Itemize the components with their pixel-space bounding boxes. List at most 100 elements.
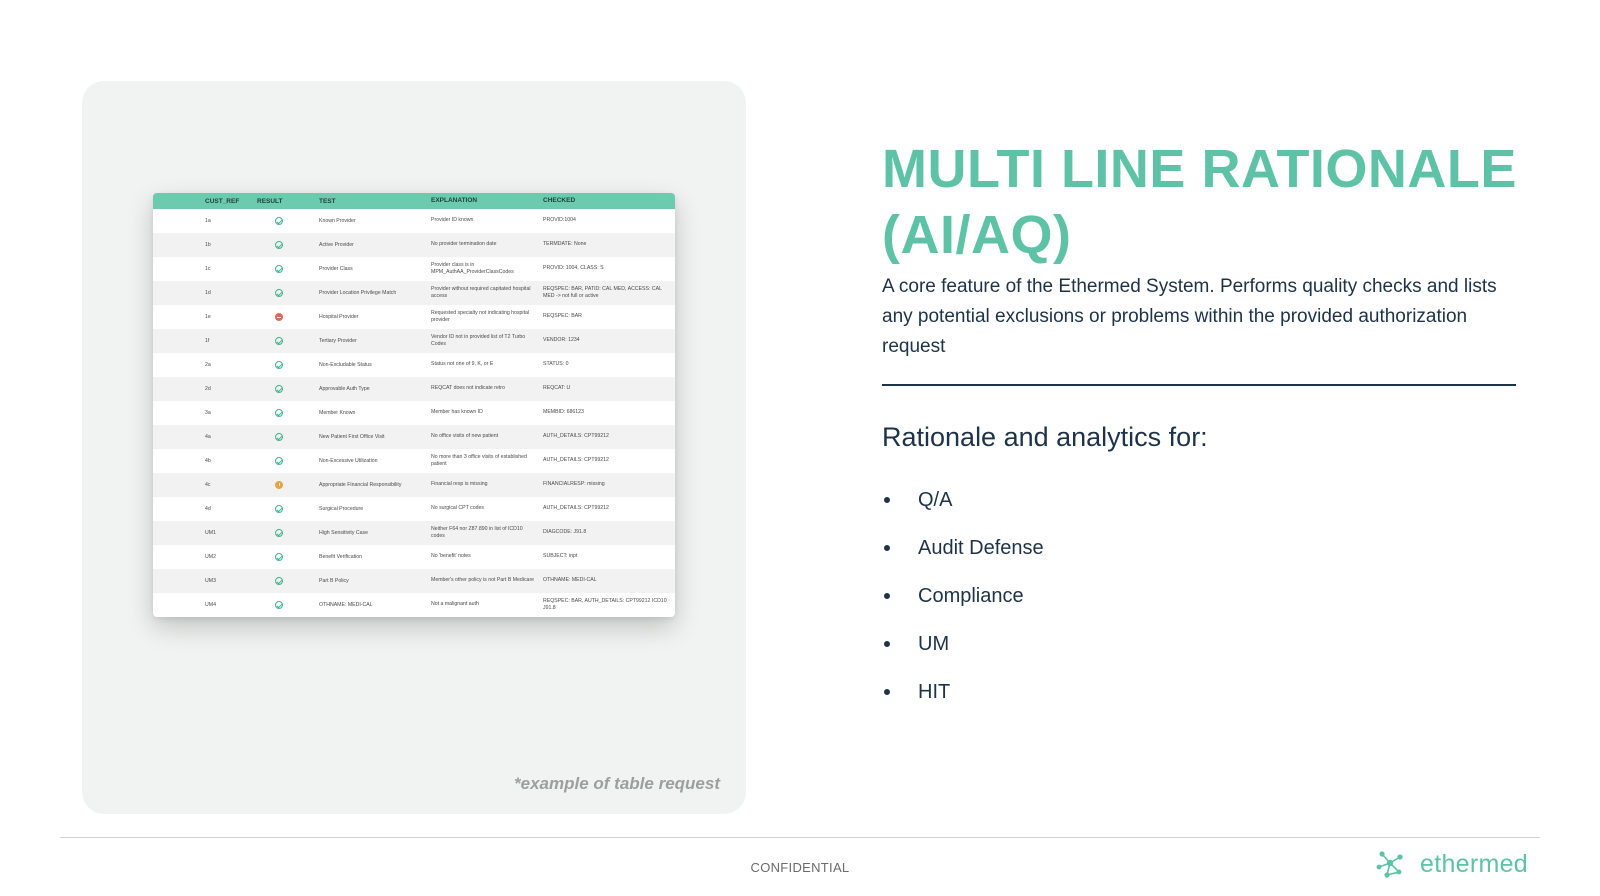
list-item-label: UM	[918, 632, 950, 655]
cell-cust-ref: 1c	[205, 266, 211, 272]
cell-explanation: Financial resp is missing	[431, 481, 488, 488]
check-circle-icon	[275, 241, 283, 249]
cell-cust-ref: 4a	[205, 434, 211, 440]
bullet-icon	[884, 689, 890, 695]
cell-cust-ref: 4d	[205, 506, 211, 512]
cell-test: Hospital Provider	[319, 314, 359, 320]
cell-result	[257, 505, 319, 513]
cell-checked: PROVID: 1004, CLASS: S	[543, 265, 604, 272]
bullet-icon	[884, 545, 890, 551]
brand-name: ethermed	[1420, 849, 1529, 878]
check-circle-icon	[275, 529, 283, 537]
cell-result	[257, 433, 319, 441]
cell-cust-ref: 1b	[205, 242, 211, 248]
cell-explanation: Provider class is in MPM_AuthAA_Provider…	[431, 261, 514, 275]
list-item: Audit Defense	[882, 524, 1044, 572]
table-row: UM2 Benefit Verification No 'benefit' note…	[153, 545, 675, 569]
check-circle-icon	[275, 337, 283, 345]
check-circle-icon	[275, 553, 283, 561]
list-item-label: Q/A	[918, 488, 953, 511]
table-row: 1d Provider Location Privilege Match Provi…	[153, 281, 675, 305]
cell-test: Surgical Procedure	[319, 506, 364, 512]
list-item: HIT	[882, 668, 1044, 716]
cell-test: Known Provider	[319, 218, 356, 224]
header-checked: CHECKED	[543, 196, 576, 204]
cell-checked: SUBJECT: inpt	[543, 553, 578, 560]
bullet-icon	[884, 641, 890, 647]
cell-cust-ref: UM4	[205, 602, 216, 608]
table-row: 4a New Patient First Office Visit No offic…	[153, 425, 675, 449]
check-circle-icon	[275, 289, 283, 297]
cell-result	[257, 337, 319, 345]
header-test: TEST	[319, 197, 336, 205]
check-circle-icon	[275, 385, 283, 393]
list-item-label: Audit Defense	[918, 536, 1044, 559]
cell-explanation: Not a malignant auth	[431, 601, 479, 608]
cell-explanation: Status not one of 9, K, or E	[431, 361, 494, 368]
cell-checked: AUTH_DETAILS: CPT99212	[543, 457, 609, 464]
cell-checked: DIAGCODE: J91.8	[543, 529, 587, 536]
cell-result	[257, 289, 319, 297]
check-circle-icon	[275, 433, 283, 441]
cell-explanation: Neither F64 nor Z87.890 in list of ICD10…	[431, 525, 523, 539]
check-circle-icon	[275, 217, 283, 225]
cell-checked: OTHNAME: MEDI-CAL	[543, 577, 597, 584]
cell-test: Benefit Verification	[319, 554, 362, 560]
check-circle-icon	[275, 409, 283, 417]
cell-result	[257, 409, 319, 417]
check-circle-icon	[275, 361, 283, 369]
table-header: CUST_REF RESULT TEST EXPLANATION CHECKED	[153, 193, 675, 209]
cell-cust-ref: UM3	[205, 578, 216, 584]
table-caption: *example of table request	[514, 774, 720, 793]
cell-explanation: No more than 3 office visits of establis…	[431, 453, 527, 467]
cell-cust-ref: 1f	[205, 338, 210, 344]
cell-test: Non-Excludable Status	[319, 362, 372, 368]
cell-checked: VENDOR: 1234	[543, 337, 580, 344]
check-circle-icon	[275, 457, 283, 465]
cell-cust-ref: 2a	[205, 362, 211, 368]
cell-checked: PROVID:1004	[543, 217, 576, 224]
cell-explanation: Requested specialty not indicating hospi…	[431, 309, 530, 323]
table-row: 4c Appropriate Financial Responsibility Fi…	[153, 473, 675, 497]
cell-cust-ref: 1a	[205, 218, 211, 224]
cell-test: Non-Excessive Utilization	[319, 458, 378, 464]
cell-checked: MEMBID: 686123	[543, 409, 584, 416]
cell-result	[257, 529, 319, 537]
table-body: 1a Known Provider Provider ID known PROVID:…	[153, 209, 675, 617]
table-row: 2d Approvable Auth Type REQCAT does not in…	[153, 377, 675, 401]
confidential-label: CONFIDENTIAL	[750, 860, 850, 875]
cell-cust-ref: 4c	[205, 482, 211, 488]
table-row: 1f Tertiary Provider Vendor ID not in prov…	[153, 329, 675, 353]
network-icon	[1376, 851, 1403, 878]
table-row: 1c Provider Class Provider class is in MPM…	[153, 257, 675, 281]
list-item-label: Compliance	[918, 584, 1024, 607]
cell-checked: REQSPEC: BAR, AUTH_DETAILS: CPT99212 ICD…	[543, 597, 667, 611]
cell-result	[257, 241, 319, 249]
cell-explanation: REQCAT does not indicate retro	[431, 385, 505, 392]
cell-cust-ref: 1d	[205, 290, 211, 296]
cell-cust-ref: UM2	[205, 554, 216, 560]
footer-divider	[60, 837, 1540, 838]
warning-circle-icon	[275, 481, 283, 489]
table-row: 1a Known Provider Provider ID known PROVID:…	[153, 209, 675, 233]
cell-checked: AUTH_DETAILS: CPT99212	[543, 433, 609, 440]
cell-cust-ref: 4b	[205, 458, 211, 464]
cell-checked: AUTH_DETAILS: CPT99212	[543, 505, 609, 512]
cell-explanation: Provider ID known	[431, 217, 474, 224]
cell-result	[257, 313, 319, 321]
cell-test: Part B Policy	[319, 578, 349, 584]
cell-test: Tertiary Provider	[319, 338, 357, 344]
check-circle-icon	[275, 577, 283, 585]
cell-result	[257, 601, 319, 609]
cell-result	[257, 457, 319, 465]
cell-cust-ref: UM1	[205, 530, 216, 536]
cell-cust-ref: 1e	[205, 314, 211, 320]
cell-checked: STATUS: 0	[543, 361, 569, 368]
list-item-label: HIT	[918, 680, 951, 703]
table-row: UM1 High Sensitivity Case Neither F64 nor …	[153, 521, 675, 545]
cell-test: Provider Location Privilege Match	[319, 290, 397, 296]
cell-test: Approvable Auth Type	[319, 386, 370, 392]
cell-result	[257, 361, 319, 369]
analytics-list: Q/A Audit Defense Compliance UM HIT	[882, 476, 1044, 716]
cell-checked: FINANCIALRESP: missing	[543, 481, 605, 488]
